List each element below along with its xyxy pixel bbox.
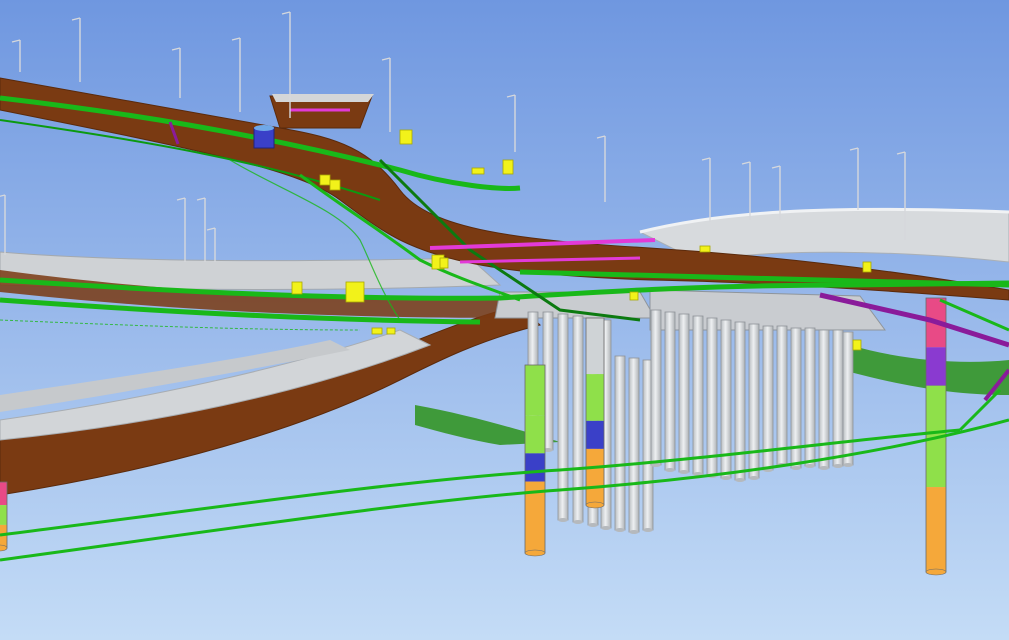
pile bbox=[734, 321, 746, 482]
pile bbox=[650, 309, 662, 467]
pile bbox=[678, 313, 690, 474]
pile bbox=[664, 311, 676, 472]
pile bbox=[692, 315, 704, 476]
colored-column bbox=[585, 317, 605, 509]
pile bbox=[832, 329, 844, 468]
utility-box-icon bbox=[386, 327, 396, 335]
pile bbox=[628, 357, 640, 534]
pile bbox=[614, 355, 626, 532]
colored-column bbox=[524, 364, 546, 557]
utility-box-icon bbox=[345, 281, 365, 303]
utility-box-icon bbox=[329, 179, 341, 191]
pile bbox=[706, 317, 718, 478]
utility-box-icon bbox=[852, 339, 862, 351]
bim-3d-viewport[interactable] bbox=[0, 0, 1009, 640]
utility-box-icon bbox=[399, 129, 413, 145]
utility-box-icon bbox=[439, 257, 449, 269]
colored-column bbox=[0, 481, 8, 552]
manhole-icon bbox=[253, 125, 275, 149]
utility-box-icon bbox=[371, 327, 383, 335]
utility-box-icon bbox=[629, 291, 639, 301]
pile bbox=[572, 315, 584, 524]
utility-box-icon bbox=[502, 159, 514, 175]
pile bbox=[818, 329, 830, 470]
ramp-nose-top bbox=[272, 94, 374, 102]
utility-box-icon bbox=[319, 174, 331, 186]
pile bbox=[776, 325, 788, 467]
utility-box-icon bbox=[471, 167, 485, 175]
utility-box-icon bbox=[699, 245, 711, 253]
pile bbox=[748, 323, 760, 480]
utility-box-icon bbox=[862, 261, 872, 273]
pile bbox=[842, 331, 854, 467]
model-canvas[interactable] bbox=[0, 0, 1009, 640]
utility-box-icon bbox=[291, 281, 303, 295]
